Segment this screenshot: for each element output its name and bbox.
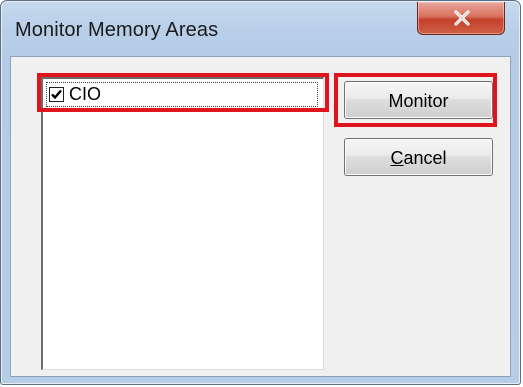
monitor-button-highlight-annotation bbox=[334, 73, 497, 127]
cancel-mnemonic: C bbox=[390, 148, 404, 168]
memory-area-list[interactable]: CIO bbox=[41, 77, 324, 370]
title-bar[interactable]: Monitor Memory Areas bbox=[1, 1, 520, 57]
close-button[interactable] bbox=[417, 2, 505, 35]
close-icon bbox=[454, 10, 470, 26]
window-title: Monitor Memory Areas bbox=[15, 19, 219, 41]
cancel-label-rest: ancel bbox=[403, 148, 447, 168]
list-item-highlight-annotation bbox=[37, 73, 329, 112]
dialog-window: Monitor Memory Areas CIO Monitor Cancel bbox=[0, 0, 521, 385]
cancel-button[interactable]: Cancel bbox=[344, 138, 493, 176]
dialog-client-area: CIO Monitor Cancel bbox=[10, 56, 511, 377]
